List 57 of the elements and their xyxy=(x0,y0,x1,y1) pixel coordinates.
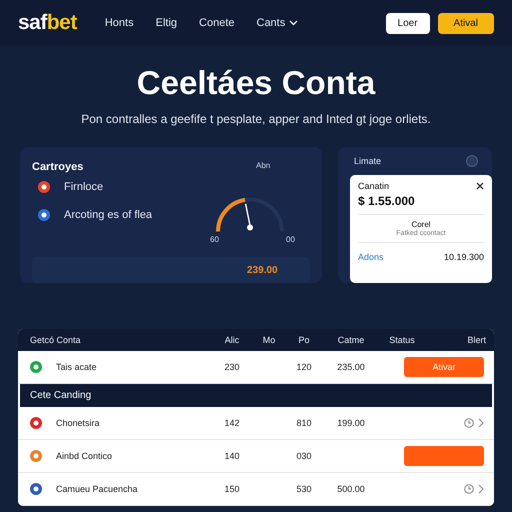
table-cell-text: 030 xyxy=(295,451,313,461)
category-icon xyxy=(38,181,50,193)
column-header: Mo xyxy=(262,335,276,345)
category-label[interactable]: Arcoting es of flea xyxy=(64,209,152,221)
section-header: Cete Canding xyxy=(20,384,492,407)
table-cell-text: 150 xyxy=(223,484,241,494)
gauge-max: 00 xyxy=(286,235,295,244)
subtitle: Pon contralles a geefife t pesplate, apper and Inted gt joge orliets. xyxy=(81,112,431,126)
login-button[interactable]: Loer xyxy=(386,12,430,34)
gauge-drawing xyxy=(215,196,285,234)
table-cell-text: 120 xyxy=(295,362,313,372)
table-cell-text: 230 xyxy=(223,362,241,372)
row-icon xyxy=(30,450,42,462)
column-header: Alic xyxy=(224,335,240,345)
popup-value: 10.19.300 xyxy=(444,252,484,262)
table-cell-text: 810 xyxy=(295,418,313,428)
column-header: Po xyxy=(297,335,310,345)
row-name: Tais acate xyxy=(56,362,97,372)
row-icon xyxy=(30,483,42,495)
clock-icon xyxy=(464,484,474,494)
table-cell-text: 142 xyxy=(223,418,241,428)
nav-link[interactable]: Eltig xyxy=(156,17,178,29)
chevron-right-icon[interactable] xyxy=(478,484,484,494)
nav-link[interactable]: Cants xyxy=(256,17,298,29)
table-cell-text: 199.00 xyxy=(336,418,366,428)
column-header: Getcó Conta xyxy=(30,335,82,345)
popup-caption: Corel xyxy=(411,220,431,229)
clock-icon xyxy=(464,418,474,428)
nav-link[interactable]: Honts xyxy=(104,17,134,29)
row-icon xyxy=(30,417,42,429)
nav-link[interactable]: Conete xyxy=(199,17,234,29)
row-name: Chonetsira xyxy=(56,418,100,428)
card-title: Limate xyxy=(354,156,382,166)
total-amount: 239.00 xyxy=(32,257,310,283)
column-header: Blert xyxy=(466,335,486,345)
page-title: Ceeltáes Conta xyxy=(136,64,376,102)
close-icon[interactable] xyxy=(476,182,484,190)
column-header: Status xyxy=(388,335,416,345)
popup-label: Canatin xyxy=(358,181,390,191)
row-name: Ainbd Contico xyxy=(56,451,112,461)
gauge-label: Abn xyxy=(256,161,270,170)
table-cell-text: 235.00 xyxy=(336,362,366,372)
popup-link[interactable]: Adons xyxy=(358,252,384,262)
category-label[interactable]: Firnloce xyxy=(64,181,104,193)
row-icon xyxy=(30,361,42,373)
chevron-right-icon[interactable] xyxy=(478,418,484,428)
column-header: Catme xyxy=(336,335,366,345)
gauge-min: 60 xyxy=(210,235,219,244)
table-cell-text: 140 xyxy=(223,451,241,461)
logo[interactable]: safbet xyxy=(18,11,77,35)
card-title: Cartroyes xyxy=(32,161,84,173)
category-icon xyxy=(38,209,50,221)
popup-amount: $ 1.55.000 xyxy=(358,194,416,208)
row-name: Camueu Pacuencha xyxy=(56,484,138,494)
table-cell-text: 500.00 xyxy=(336,484,366,494)
register-button[interactable]: Atival xyxy=(438,12,494,34)
table-cell-text: 530 xyxy=(295,484,313,494)
